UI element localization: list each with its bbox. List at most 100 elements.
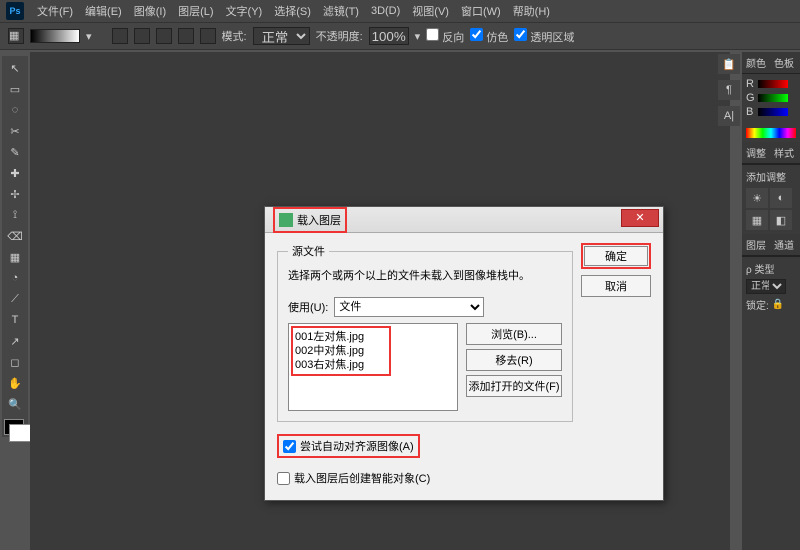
history-icon[interactable]: 📋 (718, 54, 740, 74)
browse-button[interactable]: 浏览(B)... (466, 323, 562, 345)
menu-edit[interactable]: 编辑(E) (80, 1, 127, 21)
gradient-type-diamond[interactable] (200, 28, 216, 44)
load-layers-dialog: 载入图层 ✕ 源文件 选择两个或两个以上的文件未载入到图像堆栈中。 使用(U):… (264, 206, 664, 501)
opacity-label: 不透明度: (316, 28, 363, 44)
adj-icon[interactable]: ▦ (746, 210, 768, 230)
marquee-tool-icon[interactable]: ▭ (4, 79, 26, 99)
gradient-type-linear[interactable] (112, 28, 128, 44)
close-button[interactable]: ✕ (621, 209, 659, 227)
gradient-tool-icon[interactable]: ▦ (4, 247, 26, 267)
layers-panel: ρ 类型 正常 锁定:🔒 (742, 256, 800, 319)
dialog-icon (279, 213, 293, 227)
lasso-tool-icon[interactable]: ◌ (4, 100, 26, 120)
tab-channels[interactable]: 通道 (770, 234, 798, 255)
menu-view[interactable]: 视图(V) (407, 1, 454, 21)
hue-strip[interactable] (746, 128, 796, 138)
transparent-check[interactable]: 透明区域 (514, 28, 574, 45)
use-select[interactable]: 文件 (334, 297, 484, 317)
opacity-input[interactable] (369, 27, 409, 45)
add-adjustment-label: 添加调整 (746, 169, 796, 184)
char-icon[interactable]: ¶ (718, 80, 740, 100)
cancel-button[interactable]: 取消 (581, 275, 651, 297)
tab-adjustments[interactable]: 调整 (742, 142, 770, 163)
reverse-check[interactable]: 反向 (426, 28, 464, 45)
options-bar: ▦ ▾ 模式: 正常 不透明度: ▾ 反向 仿色 透明区域 (0, 22, 800, 50)
source-files-legend: 源文件 (288, 243, 329, 259)
remove-button[interactable]: 移去(R) (466, 349, 562, 371)
gradient-type-radial[interactable] (134, 28, 150, 44)
r-label: R (746, 78, 756, 90)
menu-layer[interactable]: 图层(L) (173, 1, 218, 21)
menu-help[interactable]: 帮助(H) (508, 1, 555, 21)
pen-tool-icon[interactable]: ⟋ (4, 289, 26, 309)
type-tool-icon[interactable]: T (4, 310, 26, 330)
stamp-tool-icon[interactable]: ⟟ (4, 205, 26, 225)
menu-3d[interactable]: 3D(D) (366, 3, 405, 19)
g-label: G (746, 92, 756, 104)
b-slider[interactable] (758, 108, 788, 116)
adj-icon[interactable]: ◧ (770, 210, 792, 230)
app-logo: Ps (6, 2, 24, 20)
menu-window[interactable]: 窗口(W) (456, 1, 506, 21)
gradient-type-angle[interactable] (156, 28, 172, 44)
heal-tool-icon[interactable]: ✚ (4, 163, 26, 183)
gradient-preview[interactable] (30, 29, 80, 43)
menu-select[interactable]: 选择(S) (269, 1, 316, 21)
b-label: B (746, 106, 756, 118)
color-sliders: R G B (742, 74, 800, 124)
g-slider[interactable] (758, 94, 788, 102)
use-label: 使用(U): (288, 299, 328, 315)
source-desc: 选择两个或两个以上的文件未载入到图像堆栈中。 (288, 267, 562, 283)
menu-type[interactable]: 文字(Y) (221, 1, 268, 21)
adj-icon[interactable]: ◐ (770, 188, 792, 208)
brush-tool-icon[interactable]: ✢ (4, 184, 26, 204)
move-tool-icon[interactable]: ↖ (4, 58, 26, 78)
add-open-button[interactable]: 添加打开的文件(F) (466, 375, 562, 397)
r-slider[interactable] (758, 80, 788, 88)
tab-swatches[interactable]: 色板 (770, 52, 798, 73)
foreground-background-swatch[interactable] (4, 419, 24, 435)
lock-icon[interactable]: 🔒 (772, 299, 784, 310)
dither-check[interactable]: 仿色 (470, 28, 508, 45)
mode-select[interactable]: 正常 (253, 27, 310, 45)
menu-file[interactable]: 文件(F) (32, 1, 78, 21)
dropdown-icon[interactable]: ▾ (415, 30, 421, 43)
file-list[interactable]: 001左对焦.jpg 002中对焦.jpg 003右对焦.jpg (288, 323, 458, 411)
ok-button[interactable]: 确定 (584, 246, 648, 266)
hand-tool-icon[interactable]: ✋ (4, 373, 26, 393)
menu-filter[interactable]: 滤镜(T) (318, 1, 364, 21)
path-tool-icon[interactable]: ↗ (4, 331, 26, 351)
menubar: Ps 文件(F) 编辑(E) 图像(I) 图层(L) 文字(Y) 选择(S) 滤… (0, 0, 800, 22)
crop-tool-icon[interactable]: ✂ (4, 121, 26, 141)
toolbox: ↖ ▭ ◌ ✂ ✎ ✚ ✢ ⟟ ⌫ ▦ ◔ ⟋ T ↗ ◻ ✋ 🔍 (2, 56, 28, 437)
adjustments-panel: 添加调整 ☀ ◐ ▦ ◧ (742, 164, 800, 234)
gradient-type-reflected[interactable] (178, 28, 194, 44)
menu-image[interactable]: 图像(I) (129, 1, 171, 21)
dialog-title: 载入图层 (297, 212, 341, 228)
blend-select[interactable]: 正常 (746, 279, 786, 294)
align-checkbox[interactable] (283, 440, 296, 453)
tab-color[interactable]: 颜色 (742, 52, 770, 73)
kind-label: ρ 类型 (746, 261, 774, 276)
paragraph-icon[interactable]: A| (718, 106, 740, 126)
eyedropper-tool-icon[interactable]: ✎ (4, 142, 26, 162)
smart-checkbox[interactable] (277, 472, 290, 485)
eraser-tool-icon[interactable]: ⌫ (4, 226, 26, 246)
tool-preset-icon[interactable]: ▦ (8, 28, 24, 44)
tab-layers[interactable]: 图层 (742, 234, 770, 255)
dialog-titlebar[interactable]: 载入图层 ✕ (265, 207, 663, 233)
adj-icon[interactable]: ☀ (746, 188, 768, 208)
file-item[interactable]: 003右对焦.jpg (295, 358, 387, 372)
source-files-group: 源文件 选择两个或两个以上的文件未载入到图像堆栈中。 使用(U): 文件 001… (277, 243, 573, 422)
zoom-tool-icon[interactable]: 🔍 (4, 394, 26, 414)
file-item[interactable]: 001左对焦.jpg (295, 330, 387, 344)
dropdown-icon[interactable]: ▾ (86, 30, 92, 43)
dodge-tool-icon[interactable]: ◔ (4, 268, 26, 288)
lock-label: 锁定: (746, 297, 769, 312)
file-item[interactable]: 002中对焦.jpg (295, 344, 387, 358)
mode-label: 模式: (222, 28, 247, 44)
right-icon-strip: 📋 ¶ A| (718, 54, 742, 126)
smart-label: 载入图层后创建智能对象(C) (294, 470, 430, 486)
shape-tool-icon[interactable]: ◻ (4, 352, 26, 372)
tab-styles[interactable]: 样式 (770, 142, 798, 163)
